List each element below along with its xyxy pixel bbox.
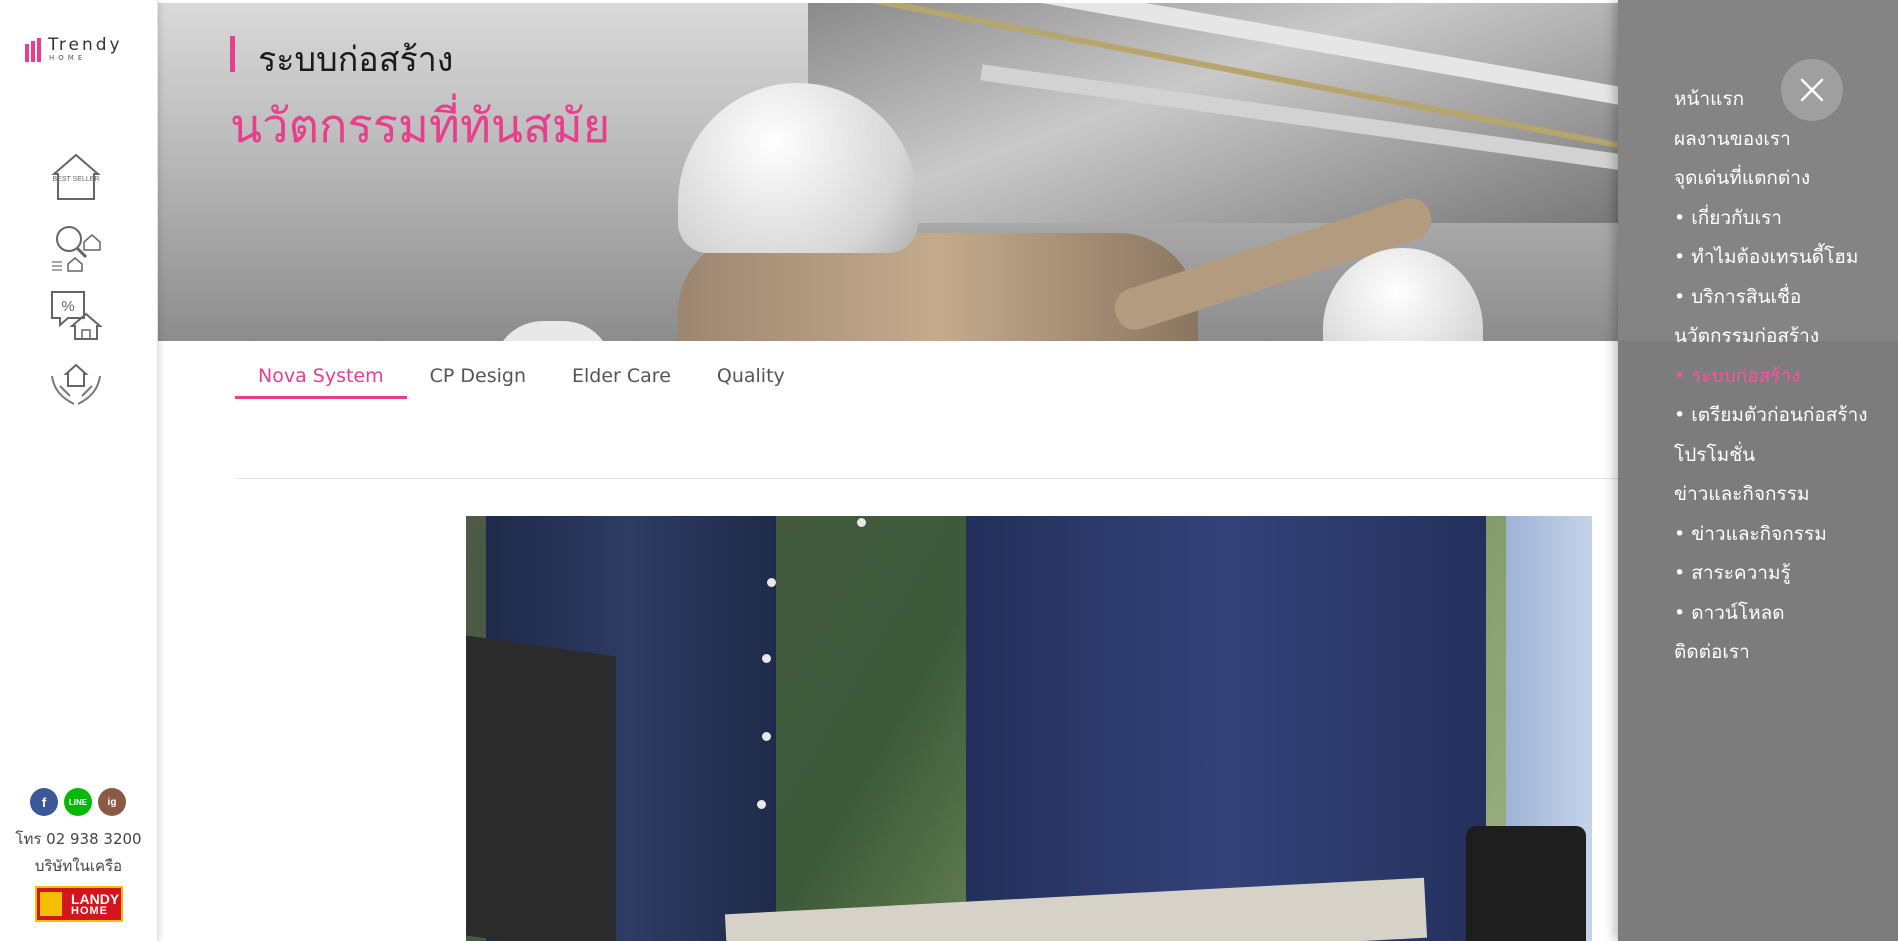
social-links: f LINE ig <box>30 788 126 816</box>
menu-item-pre-construction[interactable]: • เตรียมตัวก่อนก่อสร้าง <box>1674 402 1868 442</box>
menu-item-construction-system[interactable]: • ระบบก่อสร้าง <box>1674 363 1868 403</box>
menu-item-promotion[interactable]: โปรโมชั่น <box>1674 442 1868 482</box>
hands-house-icon[interactable] <box>48 356 104 410</box>
facebook-icon[interactable]: f <box>30 788 58 816</box>
logo-sub-text: HOME <box>49 54 87 62</box>
landy-sub: HOME <box>71 905 108 917</box>
logo-brand-text: Trendy <box>48 35 123 55</box>
menu-item-about[interactable]: • เกี่ยวกับเรา <box>1674 205 1868 245</box>
menu-item-highlights[interactable]: จุดเด่นที่แตกต่าง <box>1674 165 1868 205</box>
photo-person-center <box>966 516 1486 941</box>
instagram-icon[interactable]: ig <box>98 788 126 816</box>
landy-logo-mark-icon <box>40 892 62 916</box>
menu-item-download[interactable]: • ดาวน์โหลด <box>1674 600 1868 640</box>
menu-item-knowledge[interactable]: • สาระความรู้ <box>1674 560 1868 600</box>
best-seller-icon-graphic: BEST SELLER <box>51 153 101 200</box>
phone-number[interactable]: โทร 02 938 3200 <box>0 827 157 851</box>
line-icon[interactable]: LINE <box>64 788 92 816</box>
hero-helmet <box>493 321 613 341</box>
menu-item-loan-service[interactable]: • บริการสินเชื่อ <box>1674 284 1868 324</box>
hero-title: ระบบก่อสร้าง <box>258 40 454 80</box>
best-seller-label: BEST SELLER <box>53 176 100 183</box>
menu-item-construction-innovation[interactable]: นวัตกรรมก่อสร้าง <box>1674 323 1868 363</box>
photo-shirt-button <box>757 800 766 809</box>
hero-subtitle: นวัตกรรมที่ทันสมัย <box>230 99 611 154</box>
hero-title-accent-bar <box>230 36 235 72</box>
photo-shirt-button <box>857 518 866 527</box>
photo-laptop <box>466 635 616 941</box>
menu-item-why-trendy[interactable]: • ทำไมต้องเทรนดี้โฮม <box>1674 244 1868 284</box>
tab-cp-design[interactable]: CP Design <box>407 360 549 399</box>
photo-shirt-button <box>767 578 776 587</box>
main-menu: หน้าแรก ผลงานของเรา จุดเด่นที่แตกต่าง • … <box>1674 86 1868 679</box>
landy-home-logo[interactable]: LANDY HOME <box>35 886 123 922</box>
menu-item-portfolio[interactable]: ผลงานของเรา <box>1674 126 1868 166</box>
house-search-icon[interactable] <box>48 220 104 274</box>
navigation-drawer: หน้าแรก ผลงานของเรา จุดเด่นที่แตกต่าง • … <box>1618 0 1898 941</box>
trendy-home-logo[interactable]: Trendy HOME <box>24 36 136 64</box>
promotion-percent-label: % <box>61 298 74 315</box>
system-tabs: Nova System CP Design Elder Care Quality <box>235 360 808 399</box>
tab-nova-system[interactable]: Nova System <box>235 360 407 399</box>
menu-item-contact[interactable]: ติดต่อเรา <box>1674 639 1868 679</box>
tab-quality[interactable]: Quality <box>694 360 808 399</box>
tab-elder-care[interactable]: Elder Care <box>549 360 694 399</box>
best-seller-icon[interactable]: BEST SELLER <box>48 150 104 204</box>
logo-mark-icon <box>25 38 41 62</box>
photo-shirt-button <box>762 654 771 663</box>
affiliate-label: บริษัทในเครือ <box>34 857 123 875</box>
photo-shirt-button <box>762 732 771 741</box>
photo-coffee-cup <box>1466 826 1586 941</box>
menu-item-home[interactable]: หน้าแรก <box>1674 86 1868 126</box>
left-sidebar: Trendy HOME BEST SELLER % f LINE ig โทร … <box>0 0 158 941</box>
nova-system-photo <box>466 516 1592 941</box>
menu-item-news-activities[interactable]: ข่าวและกิจกรรม <box>1674 481 1868 521</box>
tab-divider <box>235 478 1618 479</box>
promotion-house-icon[interactable]: % <box>48 288 104 342</box>
menu-item-news-activities-sub[interactable]: • ข่าวและกิจกรรม <box>1674 521 1868 561</box>
